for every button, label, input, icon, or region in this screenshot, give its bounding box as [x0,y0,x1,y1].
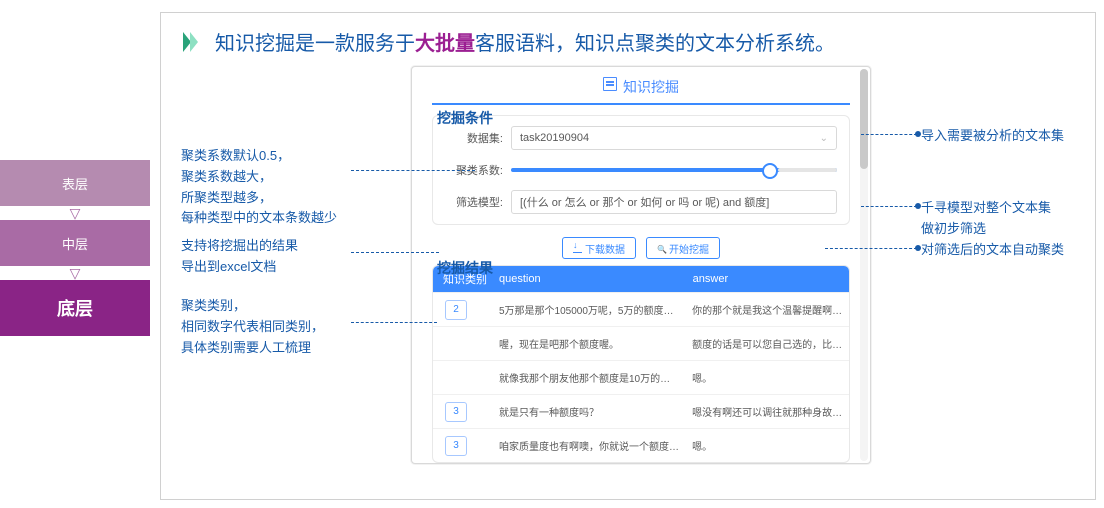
mining-conditions-form: 数据集: task20190904 ⌄ 聚类系数: 筛选模型: [(什么 or … [432,115,850,225]
connector-line [825,248,917,249]
document-icon [603,77,617,91]
search-icon [657,244,666,253]
cell-answer: 嗯没有啊还可以调往就那种身故跟残疾… [686,400,849,423]
annotation-import: 导入需要被分析的文本集 [921,126,1081,147]
bullet-icon [915,203,921,209]
cell-answer: 额度的话是可以您自己选的，比如说你… [686,332,849,355]
table-row: 喔，现在是吧那个额度喔。 额度的话是可以您自己选的，比如说你… [433,326,849,360]
cell-answer: 嗯。 [686,366,849,389]
arrow-down-icon: ▽ [0,268,150,278]
cell-answer: 嗯。 [686,434,849,457]
connector-line [351,322,437,323]
chevron-down-icon: ⌄ [820,133,828,144]
connector-line [351,170,475,171]
app-title: 知识挖掘 [623,77,679,97]
filter-model-input[interactable]: [(什么 or 怎么 or 那个 or 如何 or 吗 or 呢) and 额度… [511,190,837,214]
title-em: 大批量 [415,33,475,55]
connector-line [861,206,917,207]
th-answer: answer [687,273,849,285]
annotation-category: 聚类类别， 相同数字代表相同类别， 具体类别需要人工梳理 [181,296,381,358]
download-button[interactable]: 下载数据 [562,237,636,259]
download-icon [573,244,582,253]
slide-frame: 知识挖掘是一款服务于大批量客服语料，知识点聚类的文本分析系统。 挖掘条件 挖掘结… [160,12,1096,500]
title-pre: 知识挖掘是一款服务于 [215,33,415,55]
filter-value: [(什么 or 怎么 or 那个 or 如何 or 吗 or 呢) and 额度… [520,194,769,210]
bullet-icon [915,245,921,251]
cell-question: 咱家质量度也有啊噢，你就说一个额度吗？ [493,434,686,457]
layer-top[interactable]: 表层 [0,160,150,206]
cell-question: 就像我那个朋友他那个额度是10万的哺… [493,366,686,389]
layer-mid[interactable]: 中层 [0,220,150,266]
annotation-cluster: 对筛选后的文本自动聚类 [921,240,1081,261]
app-header: 知识挖掘 [432,67,850,105]
dataset-value: task20190904 [520,132,589,144]
annotation-export: 支持将挖掘出的结果 导出到excel文档 [181,236,381,278]
title-post: 客服语料，知识点聚类的文本分析系统。 [475,33,835,55]
table-row: 3 咱家质量度也有啊噢，你就说一个额度吗？ 嗯。 [433,428,849,462]
cell-question: 5万那是那个105000万呢，5万的额度对… [493,298,686,321]
cluster-coef-slider[interactable] [511,168,837,172]
bullet-icon [915,131,921,137]
table-header: 知识类别 question answer [433,266,849,292]
content-area: 挖掘条件 挖掘结果 知识挖掘 数据集: task20190904 ⌄ 聚类系数: [181,66,1075,486]
layer-bot[interactable]: 底层 [0,280,150,336]
annotation-coef: 聚类系数默认0.5， 聚类系数越大， 所聚类型越多， 每种类型中的文本条数越少 [181,146,381,229]
table-row: 3 就是只有一种额度吗？ 嗯没有啊还可以调往就那种身故跟残疾… [433,394,849,428]
start-mining-button[interactable]: 开始挖掘 [646,237,720,259]
dataset-label: 数据集: [445,130,503,146]
cell-question: 就是只有一种额度吗？ [493,400,686,423]
category-tag[interactable]: 2 [445,300,467,320]
scrollbar-thumb[interactable] [860,69,868,169]
arrow-down-icon: ▽ [0,208,150,218]
results-table: 知识类别 question answer 2 5万那是那个105000万呢，5万… [432,265,850,463]
category-tag[interactable]: 3 [445,436,467,456]
layer-sidebar: 表层 ▽ 中层 ▽ 底层 [0,160,150,338]
download-label: 下载数据 [585,241,625,256]
cell-question: 喔，现在是吧那个额度喔。 [493,332,686,355]
cell-answer: 你的那个就是我这个温馨提醒啊，就是… [686,298,849,321]
connector-line [351,252,439,253]
category-tag[interactable]: 3 [445,402,467,422]
filter-label: 筛选模型: [445,194,503,210]
section-label-results: 挖掘结果 [437,258,493,278]
section-label-conditions: 挖掘条件 [437,108,493,128]
start-label: 开始挖掘 [669,241,709,256]
slide-title: 知识挖掘是一款服务于大批量客服语料，知识点聚类的文本分析系统。 [181,27,1075,56]
annotation-filter: 千寻模型对整个文本集 做初步筛选 [921,198,1081,240]
dataset-select[interactable]: task20190904 ⌄ [511,126,837,150]
th-question: question [493,273,687,285]
table-row: 就像我那个朋友他那个额度是10万的哺… 嗯。 [433,360,849,394]
table-row: 2 5万那是那个105000万呢，5万的额度对… 你的那个就是我这个温馨提醒啊，… [433,292,849,326]
connector-line [861,134,917,135]
chevron-right-icon [181,30,205,54]
